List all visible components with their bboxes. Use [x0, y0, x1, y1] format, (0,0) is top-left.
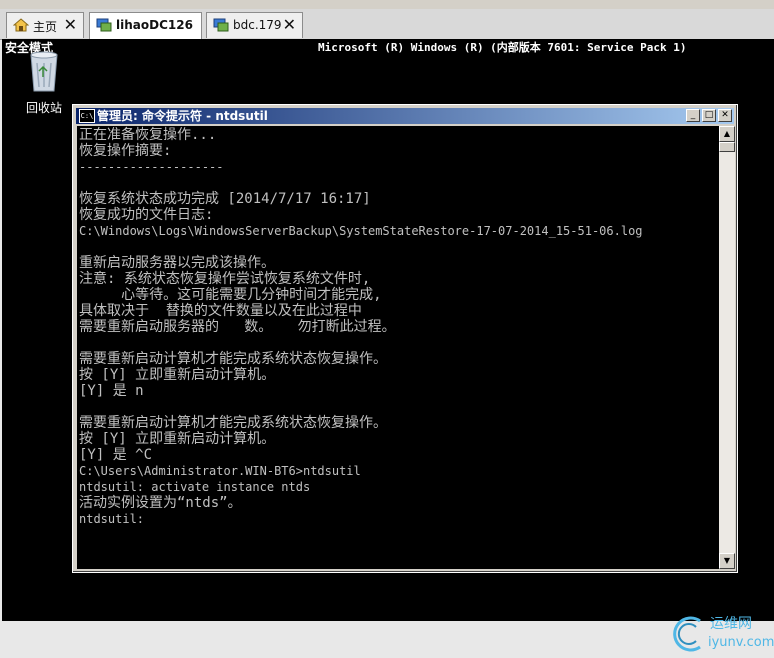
watermark-logo-icon	[673, 616, 701, 652]
close-icon[interactable]: ✕	[64, 15, 77, 34]
remote-desktop-icon	[96, 18, 112, 32]
console-line: C:\Windows\Logs\WindowsServerBackup\Syst…	[79, 224, 643, 238]
tab-label: bdc.179	[233, 18, 282, 32]
minimize-button[interactable]: _	[686, 109, 700, 122]
remote-desktop-icon	[213, 18, 229, 32]
recycle-bin[interactable]: 回收站	[24, 49, 64, 116]
console-line: 需要重新启动计算机才能完成系统状态恢复操作。	[79, 415, 387, 431]
scroll-down-button[interactable]: ▼	[719, 553, 735, 569]
console-line: 正在准备恢复操作...	[79, 127, 217, 143]
command-prompt-window[interactable]: C:\ 管理员: 命令提示符 - ntdsutil _ □ ✕ 正在准备恢复操作…	[72, 104, 738, 573]
cmd-icon: C:\	[79, 109, 95, 123]
maximize-button[interactable]: □	[702, 109, 716, 122]
close-button[interactable]: ✕	[718, 109, 732, 122]
vertical-scrollbar[interactable]: ▲ ▼	[719, 126, 735, 569]
console-line: 恢复操作摘要:	[79, 143, 172, 159]
top-strip	[0, 0, 774, 9]
console-line: 重新启动服务器以完成该操作。	[79, 255, 275, 271]
console-line: [Y] 是 ^C	[79, 447, 153, 463]
console-line: 需要重新启动服务器的 数。 勿打断此过程。	[79, 319, 396, 335]
console-line: 活动实例设置为“ntds”。	[79, 495, 242, 511]
scroll-up-button[interactable]: ▲	[719, 126, 735, 142]
remote-desktop[interactable]: 安全模式 Microsoft (R) Windows (R) (内部版本 760…	[2, 39, 774, 652]
console-line: 需要重新启动计算机才能完成系统状态恢复操作。	[79, 351, 387, 367]
scroll-thumb[interactable]	[719, 142, 735, 152]
console-line: 按 [Y] 立即重新启动计算机。	[79, 431, 276, 447]
tab-remote-bdc[interactable]: bdc.179 ✕	[206, 12, 303, 38]
console-output[interactable]: 正在准备恢复操作... 恢复操作摘要: -------------------- 恢复…	[77, 126, 719, 569]
tab-remote-lihao[interactable]: lihaoDC126	[89, 12, 202, 39]
console-line: [Y] 是 n	[79, 383, 144, 399]
tab-label: 主页	[33, 20, 58, 34]
recycle-bin-icon	[30, 51, 58, 92]
console-line: 具体取决于 替换的文件数量以及在此过程中	[79, 303, 362, 319]
window-title: 管理员: 命令提示符 - ntdsutil	[97, 109, 268, 123]
close-icon[interactable]: ✕	[283, 15, 296, 34]
tab-home[interactable]: 主页 ✕	[6, 12, 84, 38]
console-line: 按 [Y] 立即重新启动计算机。	[79, 367, 276, 383]
console-line: C:\Users\Administrator.WIN-BT6>ntdsutil	[79, 464, 361, 478]
home-icon	[13, 18, 29, 32]
console-line: ntdsutil: activate instance ntds	[79, 480, 311, 494]
tab-label: lihaoDC126	[116, 18, 193, 32]
console-line: 恢复成功的文件日志:	[79, 207, 214, 223]
console-line: ntdsutil:	[79, 512, 145, 526]
watermark-text: 运维网	[710, 616, 752, 632]
console-line: 心等待。这可能需要几分钟时间才能完成,	[79, 287, 382, 303]
watermark-url: iyunv.com	[708, 635, 774, 650]
console-line: 恢复系统状态成功完成 [2014/7/17 16:17]	[79, 191, 371, 207]
console-line: 注意: 系统状态恢复操作尝试恢复系统文件时,	[79, 271, 371, 287]
watermark: 运维网 iyunv.com	[670, 613, 774, 658]
recycle-bin-label: 回收站	[25, 101, 62, 115]
window-title-bar[interactable]: C:\ 管理员: 命令提示符 - ntdsutil _ □ ✕	[76, 108, 734, 124]
browser-tab-bar: 主页 ✕ lihaoDC126 bdc.179 ✕	[0, 9, 774, 40]
console-line: --------------------	[79, 160, 224, 174]
os-version-text: Microsoft (R) Windows (R) (内部版本 7601: Se…	[318, 41, 687, 54]
